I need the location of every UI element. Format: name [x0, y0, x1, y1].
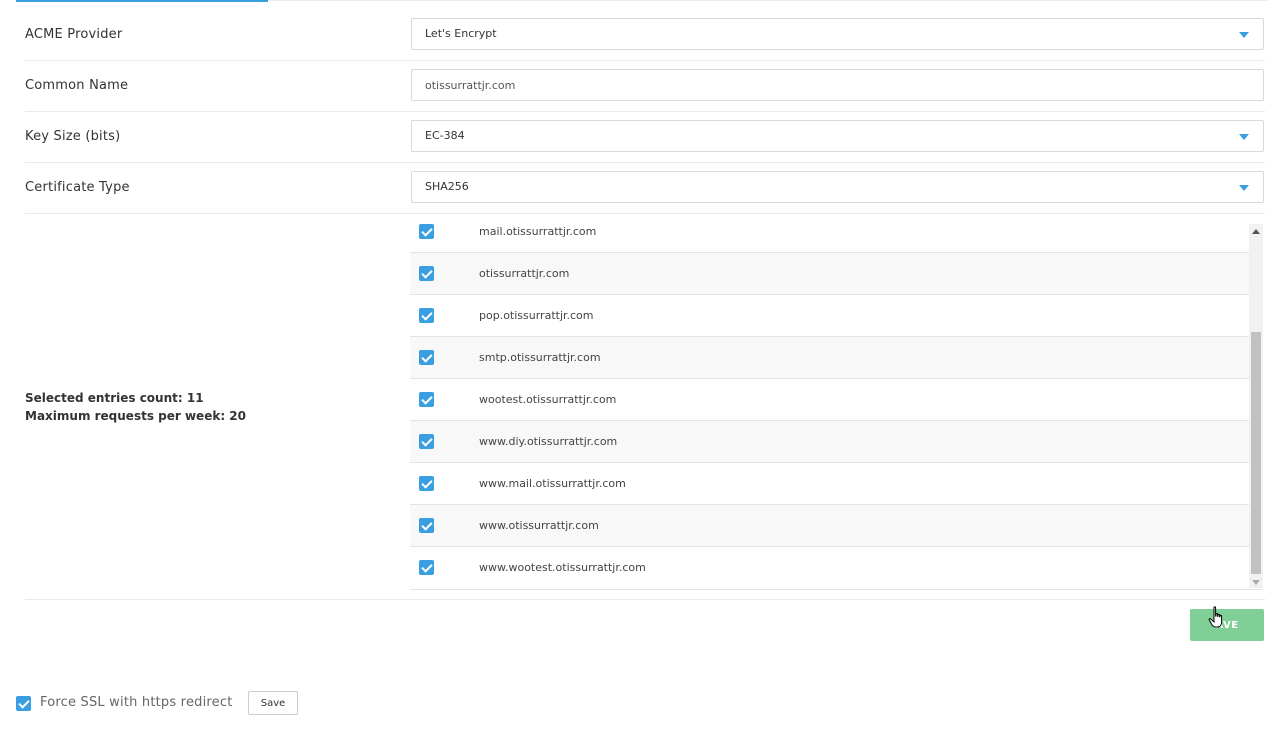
domain-list: mail.otissurrattjr.com otissurrattjr.com… — [410, 214, 1262, 590]
ssl-settings-page: ACME Provider Let's Encrypt Common Name … — [0, 0, 1286, 731]
certificate-type-select[interactable]: SHA256 — [411, 171, 1264, 203]
domain-name: pop.otissurrattjr.com — [479, 309, 594, 322]
common-name-field-wrap — [411, 69, 1264, 101]
list-item[interactable]: smtp.otissurrattjr.com — [410, 337, 1262, 379]
common-name-row: Common Name — [25, 61, 1265, 112]
list-item[interactable]: wootest.otissurrattjr.com — [410, 379, 1262, 421]
scroll-up-icon[interactable] — [1252, 229, 1260, 234]
max-requests-text: Maximum requests per week: 20 — [25, 409, 246, 423]
list-item[interactable]: mail.otissurrattjr.com — [410, 214, 1262, 253]
hand-pointer-icon — [1208, 606, 1223, 628]
chevron-down-icon — [1239, 32, 1249, 38]
certificate-type-value: SHA256 — [425, 180, 469, 193]
domain-name: mail.otissurrattjr.com — [479, 225, 597, 238]
domain-name: www.mail.otissurrattjr.com — [479, 477, 626, 490]
acme-provider-label: ACME Provider — [25, 27, 123, 42]
common-name-label: Common Name — [25, 78, 129, 93]
force-ssl-save-button[interactable]: Save — [248, 691, 298, 715]
domain-checkbox[interactable] — [419, 266, 434, 281]
acme-provider-row: ACME Provider Let's Encrypt — [25, 10, 1265, 61]
certificate-type-label: Certificate Type — [25, 180, 130, 195]
domain-name: www.diy.otissurrattjr.com — [479, 435, 618, 448]
domain-name: www.otissurrattjr.com — [479, 519, 599, 532]
selection-summary: Selected entries count: 11 Maximum reque… — [25, 389, 246, 425]
key-size-row: Key Size (bits) EC-384 — [25, 112, 1265, 163]
tab-divider — [268, 0, 1268, 1]
domain-name: smtp.otissurrattjr.com — [479, 351, 601, 364]
key-size-label: Key Size (bits) — [25, 129, 121, 144]
force-ssl-label: Force SSL with https redirect — [40, 695, 233, 710]
active-tab-indicator — [16, 0, 268, 2]
acme-provider-value: Let's Encrypt — [425, 27, 497, 40]
key-size-select[interactable]: EC-384 — [411, 120, 1264, 152]
common-name-input[interactable] — [425, 70, 1263, 100]
domain-checkbox[interactable] — [419, 434, 434, 449]
domain-list-scrollbar[interactable] — [1249, 224, 1263, 588]
list-item[interactable]: pop.otissurrattjr.com — [410, 295, 1262, 337]
list-item[interactable]: www.otissurrattjr.com — [410, 505, 1262, 547]
force-ssl-checkbox[interactable] — [16, 696, 31, 711]
domain-selection-section: Selected entries count: 11 Maximum reque… — [25, 214, 1265, 600]
scroll-down-icon[interactable] — [1252, 580, 1260, 585]
list-item[interactable]: www.diy.otissurrattjr.com — [410, 421, 1262, 463]
list-item[interactable]: www.mail.otissurrattjr.com — [410, 463, 1262, 505]
domain-name: wootest.otissurrattjr.com — [479, 393, 617, 406]
domain-checkbox[interactable] — [419, 476, 434, 491]
list-item[interactable]: www.wootest.otissurrattjr.com — [410, 547, 1262, 589]
domain-name: www.wootest.otissurrattjr.com — [479, 561, 646, 574]
list-item[interactable]: otissurrattjr.com — [410, 253, 1262, 295]
certificate-type-row: Certificate Type SHA256 — [25, 163, 1265, 214]
acme-provider-select[interactable]: Let's Encrypt — [411, 18, 1264, 50]
chevron-down-icon — [1239, 185, 1249, 191]
domain-checkbox[interactable] — [419, 392, 434, 407]
domain-name: otissurrattjr.com — [479, 267, 570, 280]
save-button[interactable]: AVE — [1190, 609, 1264, 641]
chevron-down-icon — [1239, 134, 1249, 140]
domain-checkbox[interactable] — [419, 518, 434, 533]
domain-checkbox[interactable] — [419, 560, 434, 575]
domain-checkbox[interactable] — [419, 350, 434, 365]
scrollbar-thumb[interactable] — [1251, 332, 1261, 574]
selected-count-text: Selected entries count: 11 — [25, 391, 204, 405]
force-ssl-bar: Force SSL with https redirect Save — [16, 691, 416, 715]
domain-checkbox[interactable] — [419, 224, 434, 239]
key-size-value: EC-384 — [425, 129, 465, 142]
domain-checkbox[interactable] — [419, 308, 434, 323]
